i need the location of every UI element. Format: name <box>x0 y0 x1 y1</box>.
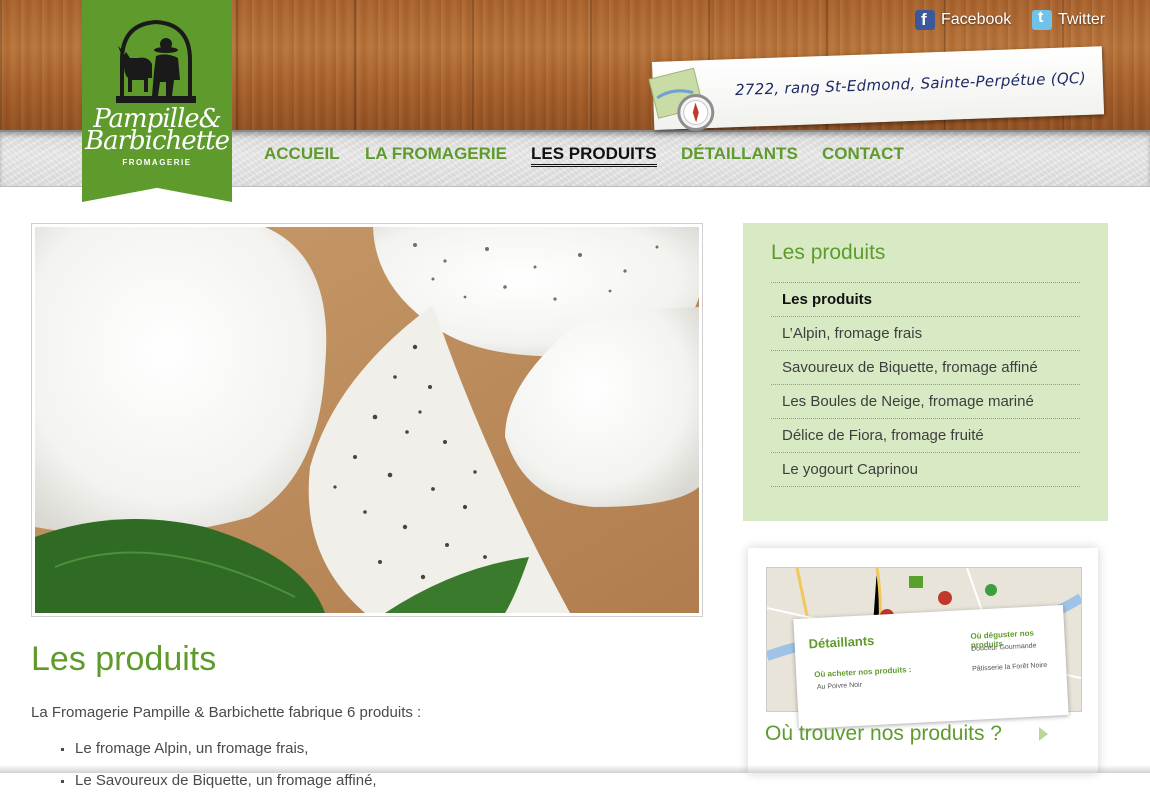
facebook-label: Facebook <box>941 11 1012 28</box>
site-logo[interactable]: Pampille& Barbichette FROMAGERIE <box>82 0 232 202</box>
sidebar-item-savoureux[interactable]: Savoureux de Biquette, fromage affiné <box>771 351 1080 385</box>
logo-text-line2: Barbichette <box>85 126 230 156</box>
twitter-label: Twitter <box>1058 11 1106 28</box>
sidebar-product-list: Les produits L’Alpin, fromage frais Savo… <box>771 282 1080 487</box>
facebook-icon <box>915 10 935 30</box>
page-bottom-shadow <box>0 765 1150 773</box>
retailer-taste-line2: Pâtisserie la Forêt Noire <box>971 661 1048 673</box>
map-compass-icon <box>648 67 715 132</box>
sidebar-item-les-produits[interactable]: Les produits <box>771 283 1080 317</box>
retailer-card: Détaillants Où acheter nos produits : Au… <box>793 605 1069 729</box>
facebook-link[interactable]: Facebook <box>915 8 1011 32</box>
nav-contact[interactable]: CONTACT <box>822 144 904 164</box>
arrow-right-icon <box>1039 727 1048 741</box>
sidebar-item-caprinou[interactable]: Le yogourt Caprinou <box>771 453 1080 487</box>
twitter-link[interactable]: Twitter <box>1032 8 1105 32</box>
nav-la-fromagerie[interactable]: LA FROMAGERIE <box>365 144 507 164</box>
nav-detaillants[interactable]: DÉTAILLANTS <box>681 144 798 164</box>
goat-farmer-silhouette-icon <box>116 19 196 103</box>
intro-text: La Fromagerie Pampille & Barbichette fab… <box>31 704 422 721</box>
retailer-buy-heading: Où acheter nos produits : <box>814 665 912 680</box>
retailer-map-promo[interactable]: Détaillants Où acheter nos produits : Au… <box>748 548 1098 773</box>
list-item: Le fromage Alpin, un fromage frais, <box>57 738 377 760</box>
twitter-icon <box>1032 9 1052 30</box>
sidebar-title: Les produits <box>771 241 886 264</box>
products-sidebar: Les produits Les produits L’Alpin, froma… <box>743 223 1108 521</box>
sidebar-item-boules-de-neige[interactable]: Les Boules de Neige, fromage mariné <box>771 385 1080 419</box>
address-text: 2722, rang St-Edmond, Sainte-Perpétue (Q… <box>734 68 1087 100</box>
page-title: Les produits <box>31 640 217 678</box>
nav-les-produits[interactable]: LES PRODUITS <box>531 144 657 167</box>
list-item: Le Savoureux de Biquette, un fromage aff… <box>57 770 377 792</box>
sidebar-item-alpin[interactable]: L’Alpin, fromage frais <box>771 317 1080 351</box>
nav-accueil[interactable]: ACCUEIL <box>264 144 340 164</box>
retailer-card-title: Détaillants <box>808 632 875 652</box>
cheese-photo-image <box>35 227 699 613</box>
logo-subtitle: FROMAGERIE <box>122 158 192 167</box>
hero-cheese-photo <box>31 223 703 617</box>
retailer-buy-line: Au Poivre Noir <box>816 681 863 691</box>
find-products-link[interactable]: Où trouver nos produits ? <box>765 722 1002 746</box>
sidebar-item-delice-de-fiora[interactable]: Délice de Fiora, fromage fruité <box>771 419 1080 453</box>
